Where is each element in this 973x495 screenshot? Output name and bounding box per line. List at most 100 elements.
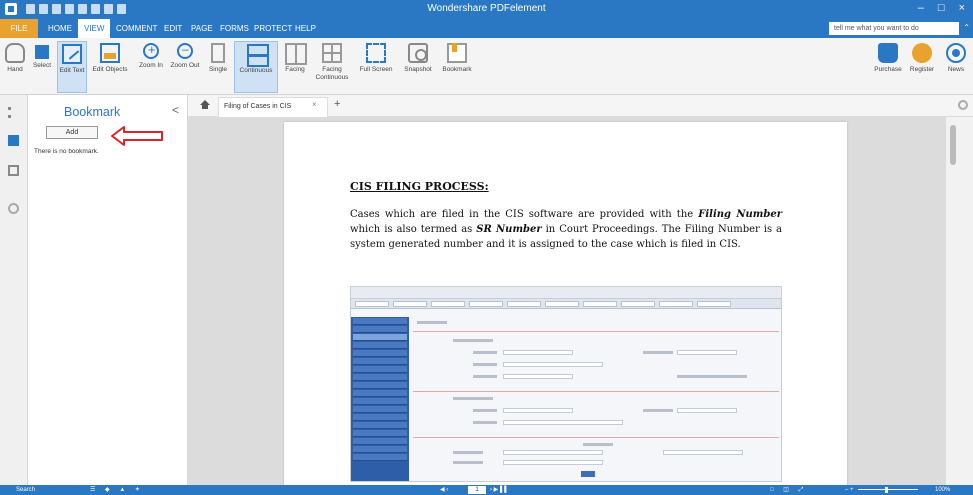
camera-icon bbox=[408, 43, 428, 63]
screenshot-form-area bbox=[413, 317, 779, 479]
page-heading: CIS FILING PROCESS: bbox=[350, 180, 489, 193]
collapse-panel-button[interactable]: < bbox=[172, 103, 179, 117]
settings-gear-icon[interactable] bbox=[958, 100, 968, 110]
news-icon bbox=[946, 43, 966, 63]
hand-button[interactable]: Hand bbox=[4, 41, 26, 93]
ribbon-toolbar: Hand Select Edit Text Edit Objects Zoom … bbox=[0, 38, 973, 95]
facing-label: Facing bbox=[285, 66, 305, 73]
scrollbar-thumb[interactable] bbox=[950, 125, 956, 165]
title-bar: Wondershare PDFelement – □ × bbox=[0, 0, 973, 19]
prev-page-icon[interactable]: ◀ ‹ bbox=[440, 487, 448, 493]
continuous-view-button[interactable]: Continuous bbox=[234, 41, 278, 93]
bookmark-button[interactable]: Bookmark bbox=[438, 41, 476, 93]
edit-objects-icon bbox=[100, 43, 120, 63]
edit-text-label: Edit Text bbox=[59, 67, 85, 74]
home-icon[interactable] bbox=[200, 100, 210, 109]
page-number-input[interactable]: 1 bbox=[468, 486, 486, 494]
screenshot-browser-bar bbox=[351, 287, 781, 299]
bookmark-panel: Bookmark < Add There is no bookmark. bbox=[28, 95, 188, 485]
zoom-out-button[interactable]: Zoom Out bbox=[168, 41, 202, 93]
news-button[interactable]: News bbox=[942, 41, 970, 93]
document-viewer[interactable]: CIS FILING PROCESS: Cases which are file… bbox=[188, 117, 945, 485]
close-button[interactable]: × bbox=[959, 2, 965, 14]
window-controls: – □ × bbox=[918, 2, 965, 14]
zoom-in-label: Zoom In bbox=[139, 62, 163, 69]
comments-panel-icon[interactable] bbox=[8, 165, 19, 176]
para-emph-sr-number: SR Number bbox=[476, 224, 542, 235]
minimize-button[interactable]: – bbox=[918, 2, 924, 14]
next-page-icon[interactable]: › ▶ ▌▌ bbox=[490, 485, 508, 495]
screenshot-side-menu bbox=[351, 317, 409, 481]
bookmark-icon bbox=[447, 43, 467, 63]
maximize-button[interactable]: □ bbox=[938, 2, 945, 14]
single-label: Single bbox=[208, 66, 228, 73]
close-tab-icon[interactable]: × bbox=[312, 100, 317, 109]
left-panel-strip bbox=[0, 95, 28, 485]
zoom-slider-thumb[interactable] bbox=[885, 487, 888, 493]
zoom-out-icon bbox=[177, 42, 193, 59]
purchase-button[interactable]: Purchase bbox=[872, 41, 904, 93]
para-text-2: which is also termed as bbox=[350, 224, 477, 235]
edit-objects-button[interactable]: Edit Objects bbox=[90, 41, 130, 93]
tab-edit[interactable]: EDIT bbox=[158, 19, 188, 38]
tell-me-input[interactable]: tell me what you want to do bbox=[829, 22, 959, 35]
ribbon-tabs: FILE HOME VIEW COMMENT EDIT PAGE FORMS P… bbox=[0, 19, 973, 38]
single-view-button[interactable]: Single bbox=[205, 41, 231, 93]
zoom-in-icon bbox=[143, 42, 159, 59]
snapshot-label: Snapshot bbox=[404, 66, 432, 73]
facing-icon bbox=[285, 43, 307, 65]
screenshot-tab-strip bbox=[351, 299, 781, 309]
single-page-icon bbox=[211, 43, 225, 63]
continuous-icon bbox=[247, 44, 269, 67]
tab-help[interactable]: HELP bbox=[289, 19, 322, 38]
document-tab-label: Filing of Cases in CIS bbox=[224, 103, 292, 110]
tab-file[interactable]: FILE bbox=[0, 19, 38, 38]
hand-icon bbox=[5, 43, 25, 63]
para-emph-filing-number: Filing Number bbox=[698, 209, 782, 220]
search-panel-icon[interactable] bbox=[8, 203, 19, 214]
para-text-1: Cases which are filed in the CIS softwar… bbox=[350, 209, 699, 220]
facing-view-button[interactable]: Facing bbox=[281, 41, 309, 93]
window-title: Wondershare PDFelement bbox=[427, 3, 546, 14]
zoom-out-label: Zoom Out bbox=[170, 62, 200, 69]
zoom-controls[interactable]: – + bbox=[845, 485, 854, 495]
hand-label: Hand bbox=[7, 66, 23, 73]
continuous-label: Continuous bbox=[239, 67, 273, 74]
register-button[interactable]: Register bbox=[906, 41, 938, 93]
page-paragraph: Cases which are filed in the CIS softwar… bbox=[350, 207, 782, 252]
bookmarks-panel-icon[interactable] bbox=[8, 135, 19, 146]
news-label: News bbox=[947, 66, 965, 73]
select-label: Select bbox=[32, 62, 52, 69]
pdf-page: CIS FILING PROCESS: Cases which are file… bbox=[284, 122, 847, 485]
purchase-label: Purchase bbox=[874, 66, 902, 73]
full-screen-button[interactable]: Full Screen bbox=[356, 41, 396, 93]
tab-comment[interactable]: COMMENT bbox=[110, 19, 163, 38]
snapshot-button[interactable]: Snapshot bbox=[400, 41, 436, 93]
zoom-level[interactable]: 100% bbox=[935, 485, 950, 495]
add-bookmark-button[interactable]: Add bbox=[46, 126, 98, 139]
bookmark-label: Bookmark bbox=[442, 66, 472, 73]
search-label[interactable]: Search bbox=[16, 485, 35, 495]
new-tab-button[interactable]: + bbox=[334, 98, 340, 110]
tab-home[interactable]: HOME bbox=[42, 19, 78, 38]
embedded-screenshot-image bbox=[350, 286, 782, 482]
select-button[interactable]: Select bbox=[30, 41, 54, 93]
ribbon-collapse-icon[interactable]: ⌃ bbox=[963, 23, 970, 32]
zoom-in-button[interactable]: Zoom In bbox=[136, 41, 166, 93]
full-screen-icon bbox=[366, 43, 386, 63]
edit-text-button[interactable]: Edit Text bbox=[57, 41, 87, 93]
facing-continuous-label: Facing Continuous bbox=[315, 66, 349, 81]
zoom-slider[interactable] bbox=[858, 489, 918, 490]
select-icon bbox=[35, 45, 49, 59]
facing-continuous-button[interactable]: Facing Continuous bbox=[312, 41, 352, 93]
status-tool-icons[interactable]: ☰ ◆ ▲ ✦ bbox=[90, 485, 144, 495]
tab-view[interactable]: VIEW bbox=[78, 19, 111, 38]
edit-text-icon bbox=[62, 44, 82, 64]
thumbnails-icon[interactable] bbox=[8, 107, 19, 118]
full-screen-label: Full Screen bbox=[359, 66, 393, 73]
empty-bookmarks-text: There is no bookmark. bbox=[34, 148, 99, 155]
view-mode-icons[interactable]: □ ◫ ⤢ bbox=[770, 485, 807, 495]
key-icon bbox=[912, 43, 932, 63]
cart-icon bbox=[878, 43, 898, 63]
vertical-scrollbar[interactable] bbox=[945, 117, 973, 485]
